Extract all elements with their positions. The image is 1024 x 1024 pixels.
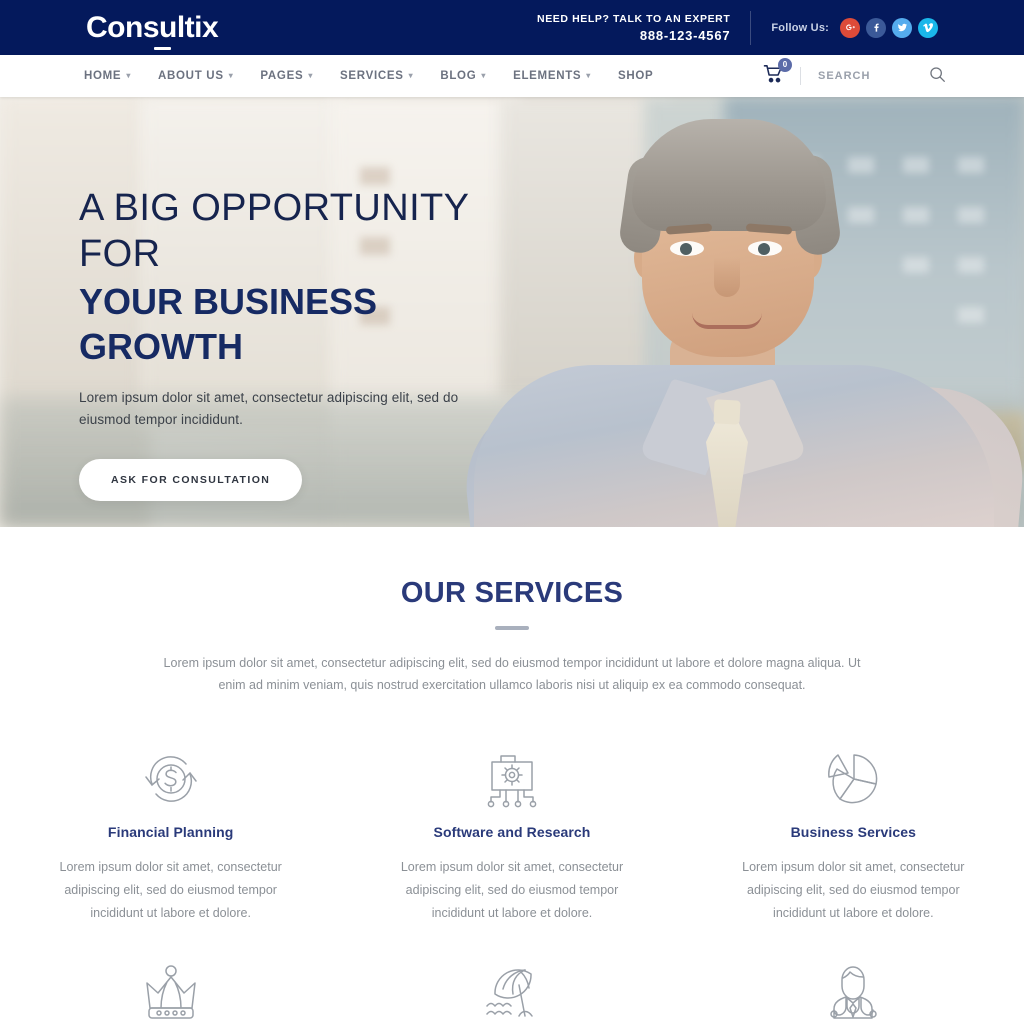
navbar-divider bbox=[800, 67, 801, 85]
service-title: Financial Planning bbox=[107, 824, 234, 840]
service-card-quality-resourcing[interactable]: Quality Resourcing bbox=[0, 953, 341, 1024]
service-text: Lorem ipsum dolor sit amet, consectetur … bbox=[400, 860, 624, 920]
hero-headline-line2: YOUR BUSINESS GROWTH bbox=[79, 281, 378, 367]
hero-subtitle: Lorem ipsum dolor sit amet, consectetur … bbox=[79, 390, 459, 427]
hero-headline-line1: A BIG OPPORTUNITY FOR bbox=[79, 187, 469, 275]
nav-label: SERVICES bbox=[340, 70, 404, 82]
follow-us-label: Follow Us: bbox=[771, 21, 829, 34]
service-title: Software and Research bbox=[433, 824, 591, 840]
logo-underline-accent bbox=[154, 46, 171, 50]
hero-content: A BIG OPPORTUNITY FOR YOUR BUSINESS GROW… bbox=[79, 185, 529, 501]
service-title: Business Services bbox=[790, 824, 917, 840]
navbar-right: 0 bbox=[763, 57, 946, 88]
twitter-icon[interactable] bbox=[892, 17, 912, 38]
help-block: NEED HELP? TALK TO AN EXPERT 888-123-456… bbox=[537, 10, 752, 45]
section-title: OUR SERVICES bbox=[400, 577, 624, 609]
search-input[interactable] bbox=[818, 70, 923, 82]
service-card-business-services[interactable]: Business Services Lorem ipsum dolor sit … bbox=[683, 740, 1024, 925]
hero-banner: A BIG OPPORTUNITY FOR YOUR BUSINESS GROW… bbox=[0, 97, 1024, 527]
vimeo-icon[interactable] bbox=[918, 17, 938, 38]
cart-count-badge: 0 bbox=[778, 57, 792, 72]
nav-label: ABOUT US bbox=[158, 70, 224, 82]
help-label: NEED HELP? TALK TO AN EXPERT bbox=[537, 12, 731, 25]
nav-item-home[interactable]: HOME ▾ bbox=[84, 70, 131, 82]
nav-item-about-us[interactable]: ABOUT US ▾ bbox=[158, 70, 233, 82]
section-description: Lorem ipsum dolor sit amet, consectetur … bbox=[163, 656, 861, 692]
chevron-down-icon: ▾ bbox=[308, 71, 314, 80]
main-navbar: HOME ▾ ABOUT US ▾ PAGES ▾ SERVICES ▾ BLO… bbox=[0, 55, 1024, 97]
nav-label: ELEMENTS bbox=[513, 70, 582, 82]
pie-chart-icon bbox=[723, 740, 984, 818]
top-bar-right: NEED HELP? TALK TO AN EXPERT 888-123-456… bbox=[537, 0, 1024, 55]
dollar-refresh-icon bbox=[40, 740, 301, 818]
service-card-travel-and-aviation[interactable]: Travel and Aviation bbox=[341, 953, 682, 1024]
chevron-down-icon: ▾ bbox=[126, 71, 132, 80]
chevron-down-icon: ▾ bbox=[408, 71, 414, 80]
section-divider bbox=[495, 626, 529, 630]
service-text: Lorem ipsum dolor sit amet, consectetur … bbox=[742, 860, 965, 920]
search-icon bbox=[930, 67, 945, 82]
cart-button[interactable]: 0 bbox=[763, 57, 792, 88]
nav-label: PAGES bbox=[260, 70, 304, 82]
services-section: OUR SERVICES Lorem ipsum dolor sit amet,… bbox=[0, 527, 1024, 1024]
follow-us-block: Follow Us: bbox=[751, 17, 1024, 38]
nav-label: BLOG bbox=[440, 70, 477, 82]
nav-item-blog[interactable]: BLOG ▾ bbox=[440, 70, 486, 82]
site-logo[interactable]: Consultix bbox=[86, 10, 219, 50]
nav-item-elements[interactable]: ELEMENTS ▾ bbox=[513, 70, 591, 82]
ask-for-consultation-button[interactable]: ASK FOR CONSULTATION bbox=[79, 459, 303, 501]
service-card-software-and-research[interactable]: Software and Research Lorem ipsum dolor … bbox=[341, 740, 682, 925]
search-button[interactable] bbox=[929, 66, 946, 86]
logo-text: Consultix bbox=[86, 10, 219, 44]
nav-item-pages[interactable]: PAGES ▾ bbox=[260, 70, 313, 82]
nav-label: HOME bbox=[84, 70, 122, 82]
services-grid: Financial Planning Lorem ipsum dolor sit… bbox=[0, 740, 1024, 1024]
crown-icon bbox=[40, 953, 301, 1024]
beach-umbrella-icon bbox=[381, 953, 642, 1024]
top-bar: Consultix NEED HELP? TALK TO AN EXPERT 8… bbox=[0, 0, 1024, 55]
service-card-financial-planning[interactable]: Financial Planning Lorem ipsum dolor sit… bbox=[0, 740, 341, 925]
chevron-down-icon: ▾ bbox=[228, 71, 234, 80]
doctor-icon bbox=[723, 953, 984, 1024]
nav-menu: HOME ▾ ABOUT US ▾ PAGES ▾ SERVICES ▾ BLO… bbox=[84, 70, 680, 82]
nav-label: SHOP bbox=[618, 70, 654, 82]
google-plus-icon[interactable] bbox=[840, 17, 860, 38]
server-gear-icon bbox=[381, 740, 642, 818]
chevron-down-icon: ▾ bbox=[481, 71, 487, 80]
help-phone-number[interactable]: 888-123-4567 bbox=[537, 27, 730, 44]
service-card-healthcare-services[interactable]: Healthcare Services bbox=[683, 953, 1024, 1024]
chevron-down-icon: ▾ bbox=[586, 71, 592, 80]
nav-item-shop[interactable]: SHOP bbox=[618, 70, 653, 82]
nav-item-services[interactable]: SERVICES ▾ bbox=[340, 70, 413, 82]
service-text: Lorem ipsum dolor sit amet, consectetur … bbox=[59, 860, 282, 920]
facebook-icon[interactable] bbox=[866, 17, 886, 38]
